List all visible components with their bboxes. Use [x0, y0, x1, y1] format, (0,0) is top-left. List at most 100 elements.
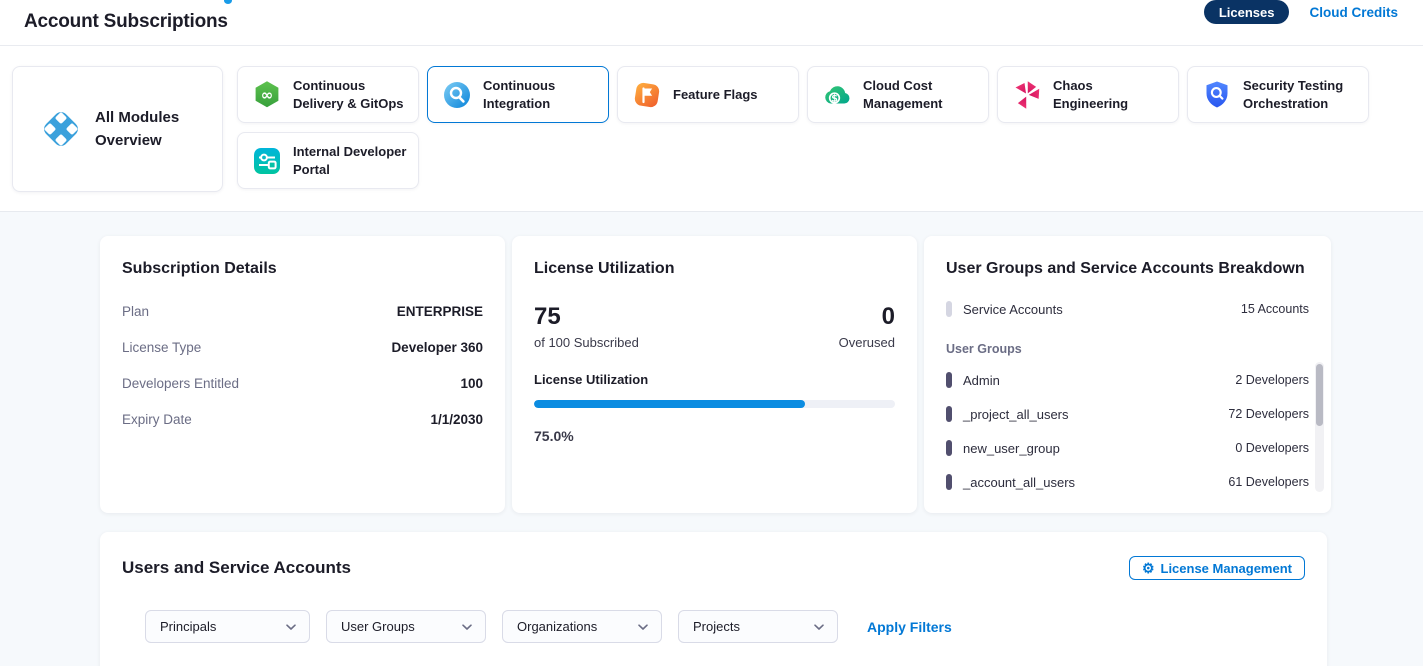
detail-label: Developers Entitled: [122, 374, 239, 393]
breakdown-card: User Groups and Service Accounts Breakdo…: [924, 236, 1331, 513]
service-accounts-marker: [946, 301, 952, 317]
chevron-down-icon: [461, 623, 473, 631]
utilization-bar-label: License Utilization: [534, 372, 895, 387]
users-section-title: Users and Service Accounts: [122, 558, 351, 578]
cloud-cost-icon: $: [821, 79, 853, 111]
svg-text:$: $: [831, 93, 838, 104]
filter-dropdown[interactable]: Organizations: [502, 610, 662, 643]
module-card[interactable]: Internal Developer Portal: [237, 132, 419, 189]
detail-row: Expiry Date 1/1/2030: [122, 410, 483, 429]
apply-filters-link[interactable]: Apply Filters: [867, 619, 952, 635]
used-count: 75: [534, 304, 639, 330]
service-accounts-value: 15 Accounts: [1241, 302, 1309, 316]
filters-row: Principals User Groups Organizat: [145, 610, 1305, 643]
utilization-percent: 75.0%: [534, 428, 895, 444]
user-groups-heading: User Groups: [946, 342, 1309, 356]
all-modules-icon: [39, 107, 83, 151]
user-group-name: Admin: [963, 373, 1000, 388]
user-group-row: _project_all_users 72 Developers: [946, 404, 1309, 424]
license-utilization-title: License Utilization: [534, 260, 895, 278]
module-card-label: Cloud Cost Management: [863, 77, 978, 112]
user-group-marker: [946, 406, 952, 422]
all-modules-overview-label: All Modules Overview: [95, 106, 204, 153]
scrollbar-thumb[interactable]: [1316, 364, 1323, 426]
page-header: Account Subscriptions Licenses Cloud Cre…: [0, 0, 1423, 46]
scrollbar-track[interactable]: [1315, 362, 1324, 492]
cd-gitops-icon: ∞: [251, 79, 283, 111]
account-subscriptions-page: Account Subscriptions Licenses Cloud Cre…: [0, 0, 1423, 666]
breakdown-title: User Groups and Service Accounts Breakdo…: [946, 260, 1309, 278]
module-card[interactable]: ∞ Continuous Delivery & GitOps: [237, 66, 419, 123]
user-group-name: _account_all_users: [963, 475, 1075, 490]
module-card[interactable]: Continuous Integration: [427, 66, 609, 123]
license-management-button[interactable]: ⚙ License Management: [1129, 556, 1305, 580]
detail-value: 100: [460, 374, 483, 393]
user-group-row: Admin 2 Developers: [946, 370, 1309, 390]
module-card[interactable]: Security Testing Orchestration: [1187, 66, 1369, 123]
users-and-service-accounts-card: Users and Service Accounts ⚙ License Man…: [100, 532, 1327, 666]
detail-value: Developer 360: [391, 338, 483, 357]
feature-flags-icon: [631, 79, 663, 111]
user-group-row: new_user_group 0 Developers: [946, 438, 1309, 458]
user-group-marker: [946, 372, 952, 388]
filter-dropdown-label: Projects: [693, 619, 740, 634]
licenses-tab[interactable]: Licenses: [1204, 0, 1290, 24]
filter-dropdown-label: User Groups: [341, 619, 415, 634]
subscribed-caption: of 100 Subscribed: [534, 335, 639, 350]
detail-row: License Type Developer 360: [122, 338, 483, 357]
svg-text:∞: ∞: [261, 85, 274, 103]
all-modules-overview-card[interactable]: All Modules Overview: [12, 66, 223, 192]
utilization-bar-fill: [534, 400, 805, 408]
user-group-value: 61 Developers: [1228, 475, 1309, 489]
module-card-label: Chaos Engineering: [1053, 77, 1168, 112]
license-utilization-card: License Utilization 75 of 100 Subscribed…: [512, 236, 917, 513]
user-group-value: 0 Developers: [1235, 441, 1309, 455]
usage-summary: 75 of 100 Subscribed 0 Overused: [534, 304, 895, 350]
module-selector-band: All Modules Overview ∞ Continuous Delive…: [0, 46, 1423, 211]
ci-icon: [441, 79, 473, 111]
user-groups-list[interactable]: Admin 2 Developers _project_all_users 72…: [946, 370, 1309, 492]
detail-label: License Type: [122, 338, 201, 357]
subscription-details-card: Subscription Details Plan ENTERPRISE Lic…: [100, 236, 505, 513]
filter-dropdown[interactable]: Projects: [678, 610, 838, 643]
overused-count: 0: [839, 304, 895, 330]
clipped-nav-indicator: [224, 0, 232, 4]
module-card-label: Security Testing Orchestration: [1243, 77, 1358, 112]
detail-label: Expiry Date: [122, 410, 192, 429]
detail-label: Plan: [122, 302, 149, 321]
module-card[interactable]: Chaos Engineering: [997, 66, 1179, 123]
utilization-bar-track: [534, 400, 895, 408]
service-accounts-row: Service Accounts 15 Accounts: [946, 301, 1309, 317]
chevron-down-icon: [637, 623, 649, 631]
chevron-down-icon: [285, 623, 297, 631]
security-testing-icon: [1201, 79, 1233, 111]
header-tab-switcher: Licenses Cloud Credits: [1204, 0, 1398, 24]
user-group-marker: [946, 474, 952, 490]
user-group-name: _project_all_users: [963, 407, 1069, 422]
detail-value: ENTERPRISE: [397, 302, 483, 321]
subscription-details-title: Subscription Details: [122, 260, 483, 278]
user-group-value: 72 Developers: [1228, 407, 1309, 421]
chevron-down-icon: [813, 623, 825, 631]
module-card[interactable]: $ Cloud Cost Management: [807, 66, 989, 123]
user-group-row: _account_all_users 61 Developers: [946, 472, 1309, 492]
module-card[interactable]: Feature Flags: [617, 66, 799, 123]
detail-value: 1/1/2030: [430, 410, 483, 429]
detail-row: Developers Entitled 100: [122, 374, 483, 393]
filter-dropdown[interactable]: Principals: [145, 610, 310, 643]
filter-dropdown-label: Principals: [160, 619, 216, 634]
user-group-name: new_user_group: [963, 441, 1060, 456]
module-card-label: Continuous Integration: [483, 77, 598, 112]
module-card-label: Internal Developer Portal: [293, 143, 408, 178]
cloud-credits-tab[interactable]: Cloud Credits: [1309, 5, 1398, 20]
gear-icon: ⚙: [1142, 561, 1155, 575]
license-management-label: License Management: [1161, 561, 1293, 576]
detail-row: Plan ENTERPRISE: [122, 302, 483, 321]
subscription-details-rows: Plan ENTERPRISE License Type Developer 3…: [122, 302, 483, 429]
page-title: Account Subscriptions: [24, 11, 228, 33]
filter-dropdown[interactable]: User Groups: [326, 610, 486, 643]
user-group-value: 2 Developers: [1235, 373, 1309, 387]
overused-caption: Overused: [839, 335, 895, 350]
module-card-label: Feature Flags: [673, 86, 758, 104]
filter-dropdown-label: Organizations: [517, 619, 597, 634]
